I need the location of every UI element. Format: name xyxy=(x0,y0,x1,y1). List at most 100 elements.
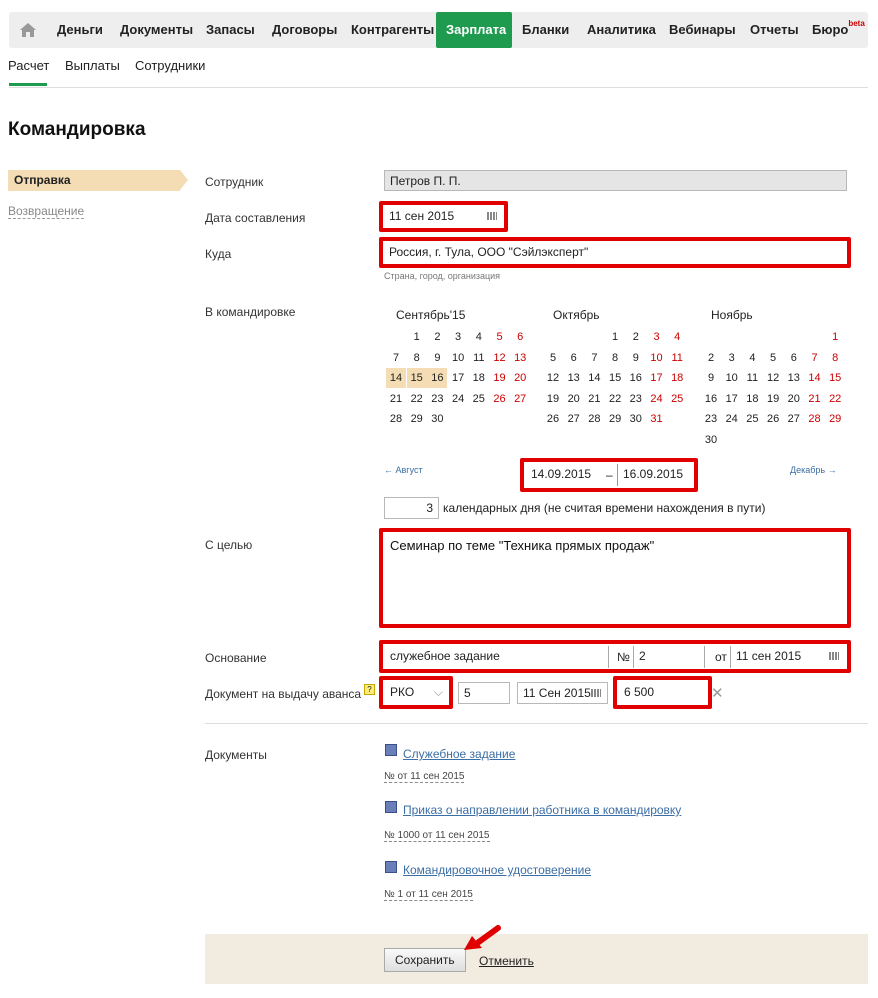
calendar-day[interactable]: 13 xyxy=(510,348,530,368)
advance-sum-field[interactable]: 6 500 xyxy=(619,682,706,704)
days-count-field[interactable]: 3 xyxy=(384,497,439,519)
advance-date-field[interactable]: 11 Сен 2015 xyxy=(517,682,608,704)
basis-date-field[interactable]: 11 сен 2015 xyxy=(730,646,845,668)
calendar-day[interactable]: 16 xyxy=(626,368,646,388)
nav-item-reports[interactable]: Отчеты xyxy=(750,12,799,48)
nav-item-counterparties[interactable]: Контрагенты xyxy=(351,12,434,48)
employee-field[interactable]: Петров П. П. xyxy=(384,170,847,191)
help-icon[interactable]: ? xyxy=(364,684,375,695)
calendar-icon[interactable] xyxy=(591,689,601,697)
calendar-day[interactable]: 14 xyxy=(386,368,406,388)
calendar-day[interactable]: 6 xyxy=(510,327,530,347)
calendar-day[interactable]: 27 xyxy=(510,389,530,409)
calendar-day[interactable]: 18 xyxy=(667,368,687,388)
calendar-day[interactable]: 19 xyxy=(490,368,510,388)
subnav-employees[interactable]: Сотрудники xyxy=(135,58,205,73)
calendar-prev-link[interactable]: ← Август xyxy=(384,465,423,475)
calendar-day[interactable]: 25 xyxy=(469,389,489,409)
subnav-payments[interactable]: Выплаты xyxy=(65,58,120,73)
save-button[interactable]: Сохранить xyxy=(384,948,466,972)
calendar-day[interactable]: 23 xyxy=(626,389,646,409)
calendar-day[interactable]: 26 xyxy=(763,409,783,429)
document-details[interactable]: № 1 от 11 сен 2015 xyxy=(384,889,473,901)
purpose-textarea[interactable]: Семинар по теме "Техника прямых продаж" xyxy=(390,538,654,553)
nav-item-money[interactable]: Деньги xyxy=(57,12,103,48)
calendar-icon[interactable] xyxy=(487,212,497,220)
range-from-field[interactable]: 14.09.2015 xyxy=(526,464,600,486)
calendar-day[interactable]: 19 xyxy=(543,389,563,409)
calendar-day[interactable]: 17 xyxy=(647,368,667,388)
calendar-day[interactable]: 2 xyxy=(701,348,721,368)
calendar-day[interactable]: 7 xyxy=(805,348,825,368)
calendar-day[interactable]: 24 xyxy=(647,389,667,409)
calendar-day[interactable]: 3 xyxy=(722,348,742,368)
calendar-day[interactable]: 13 xyxy=(564,368,584,388)
range-to-field[interactable]: 16.09.2015 xyxy=(617,464,693,486)
calendar-day[interactable]: 12 xyxy=(490,348,510,368)
document-link-assignment[interactable]: Служебное задание xyxy=(403,747,515,761)
calendar-day[interactable]: 4 xyxy=(469,327,489,347)
calendar-day[interactable]: 25 xyxy=(742,409,762,429)
home-icon[interactable] xyxy=(9,12,47,48)
calendar-day[interactable]: 5 xyxy=(543,348,563,368)
calendar-day[interactable]: 30 xyxy=(701,430,721,450)
calendar-day[interactable]: 15 xyxy=(406,368,427,388)
calendar-day[interactable]: 2 xyxy=(626,327,646,347)
calendar-day[interactable]: 5 xyxy=(763,348,783,368)
nav-item-analytics[interactable]: Аналитика xyxy=(587,12,656,48)
calendar-day[interactable]: 15 xyxy=(605,368,625,388)
calendar-day[interactable]: 25 xyxy=(667,389,687,409)
calendar-day[interactable]: 29 xyxy=(407,409,427,429)
calendar-day[interactable]: 22 xyxy=(825,389,845,409)
nav-item-bureau[interactable]: Бюроbeta xyxy=(812,12,865,48)
document-link-certificate[interactable]: Командировочное удостоверение xyxy=(403,863,591,877)
calendar-day[interactable]: 23 xyxy=(427,389,447,409)
document-details[interactable]: № от 11 сен 2015 xyxy=(384,771,465,783)
calendar-day[interactable]: 28 xyxy=(584,409,604,429)
nav-item-stock[interactable]: Запасы xyxy=(206,12,255,48)
calendar-day[interactable]: 11 xyxy=(469,348,489,368)
calendar-day[interactable]: 21 xyxy=(584,389,604,409)
calendar-day[interactable]: 5 xyxy=(490,327,510,347)
calendar-day[interactable]: 14 xyxy=(584,368,604,388)
calendar-day[interactable]: 28 xyxy=(386,409,406,429)
calendar-day[interactable]: 6 xyxy=(784,348,804,368)
calendar-day[interactable]: 9 xyxy=(701,368,721,388)
calendar-day[interactable]: 11 xyxy=(742,368,762,388)
calendar-day[interactable]: 20 xyxy=(564,389,584,409)
calendar-day[interactable]: 18 xyxy=(469,368,489,388)
calendar-day[interactable]: 16 xyxy=(427,368,448,388)
nav-bureau-label[interactable]: Бюро xyxy=(812,22,848,37)
calendar-day[interactable]: 10 xyxy=(647,348,667,368)
calendar-day[interactable]: 8 xyxy=(605,348,625,368)
calendar-day[interactable]: 28 xyxy=(805,409,825,429)
calendar-day[interactable]: 30 xyxy=(427,409,447,429)
close-icon[interactable]: ✕ xyxy=(711,684,724,702)
date-field[interactable]: 11 сен 2015 xyxy=(384,206,503,228)
calendar-day[interactable]: 13 xyxy=(784,368,804,388)
calendar-day[interactable]: 12 xyxy=(543,368,563,388)
advance-number-field[interactable]: 5 xyxy=(458,682,510,704)
calendar-day[interactable]: 27 xyxy=(564,409,584,429)
subnav-calculation[interactable]: Расчет xyxy=(8,58,49,73)
calendar-day[interactable]: 1 xyxy=(825,327,845,347)
calendar-day[interactable]: 4 xyxy=(667,327,687,347)
calendar-day[interactable]: 8 xyxy=(407,348,427,368)
calendar-day[interactable]: 15 xyxy=(825,368,845,388)
nav-item-salary[interactable]: Зарплата xyxy=(436,12,512,48)
calendar-day[interactable]: 26 xyxy=(490,389,510,409)
calendar-day[interactable]: 9 xyxy=(626,348,646,368)
calendar-day[interactable]: 21 xyxy=(386,389,406,409)
calendar-day[interactable]: 3 xyxy=(647,327,667,347)
calendar-day[interactable]: 27 xyxy=(784,409,804,429)
cancel-link[interactable]: Отменить xyxy=(479,954,534,968)
nav-item-contracts[interactable]: Договоры xyxy=(272,12,337,48)
calendar-day[interactable]: 7 xyxy=(584,348,604,368)
calendar-day[interactable]: 9 xyxy=(427,348,447,368)
basis-number-field[interactable]: 2 xyxy=(633,646,705,668)
document-link-order[interactable]: Приказ о направлении работника в команди… xyxy=(403,803,681,817)
document-details[interactable]: № 1000 от 11 сен 2015 xyxy=(384,830,490,842)
nav-item-forms[interactable]: Бланки xyxy=(522,12,569,48)
calendar-day[interactable]: 29 xyxy=(825,409,845,429)
advance-type-select[interactable]: РКО ⌵ xyxy=(385,682,447,704)
